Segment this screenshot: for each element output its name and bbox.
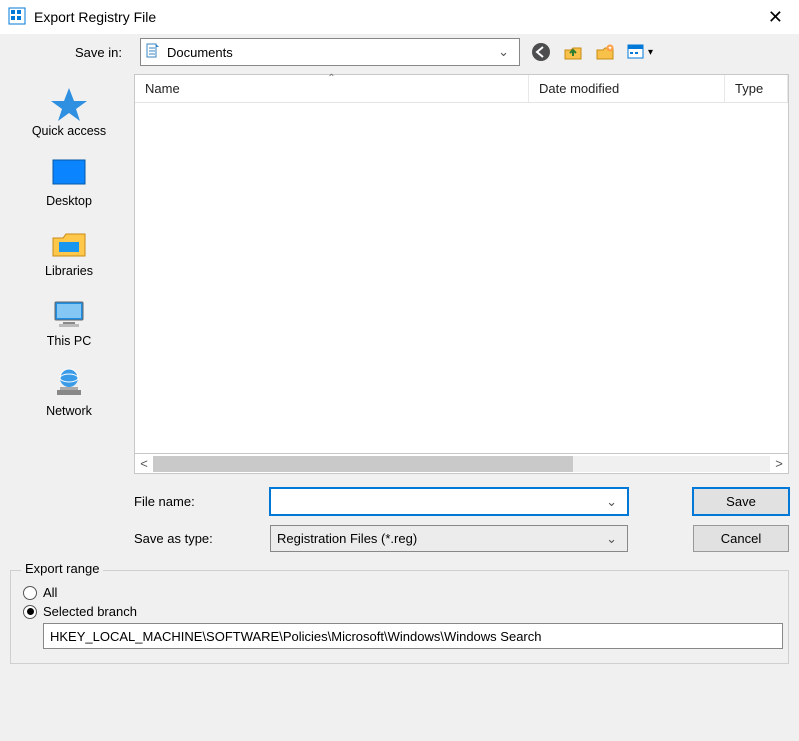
place-libraries[interactable]: Libraries [45, 226, 93, 278]
export-range-group: Export range All Selected branch HKEY_LO… [10, 570, 789, 664]
place-network[interactable]: Network [46, 366, 92, 418]
scrollbar-track[interactable] [153, 456, 770, 472]
column-header-date-modified[interactable]: Date modified [529, 75, 725, 102]
column-headers: ⌃ Name Date modified Type [135, 75, 788, 103]
sort-ascending-icon: ⌃ [327, 73, 335, 84]
back-button[interactable] [530, 41, 552, 63]
scrollbar-thumb[interactable] [153, 456, 573, 472]
new-folder-button[interactable]: ✦ [594, 41, 616, 63]
documents-icon [145, 43, 161, 62]
place-this-pc[interactable]: This PC [47, 296, 91, 348]
window-title: Export Registry File [34, 9, 156, 25]
place-label: This PC [47, 334, 91, 348]
save-as-type-value: Registration Files (*.reg) [277, 531, 602, 546]
dropdown-arrow-icon: ▾ [648, 47, 653, 58]
place-label: Network [46, 404, 92, 418]
radio-all[interactable]: All [23, 585, 776, 600]
svg-text:✦: ✦ [607, 45, 612, 52]
place-label: Quick access [32, 124, 106, 138]
radio-all-label: All [43, 585, 57, 600]
save-as-type-label: Save as type: [134, 531, 256, 546]
save-as-type-dropdown[interactable]: Registration Files (*.reg) ⌄ [270, 525, 628, 552]
title-bar: Export Registry File ✕ [0, 0, 799, 34]
radio-icon [23, 586, 37, 600]
save-in-value: Documents [167, 45, 492, 60]
branch-path-value: HKEY_LOCAL_MACHINE\SOFTWARE\Policies\Mic… [50, 629, 541, 644]
save-in-toolbar: Save in: Documents ⌄ ✦ ▾ [0, 34, 799, 74]
column-header-type[interactable]: Type [725, 75, 788, 102]
view-menu-button[interactable]: ▾ [626, 41, 653, 63]
column-header-name[interactable]: ⌃ Name [135, 75, 529, 102]
regedit-icon [8, 7, 26, 28]
scroll-left-arrow-icon[interactable]: < [135, 456, 153, 471]
save-button[interactable]: Save [693, 488, 789, 515]
file-list[interactable]: ⌃ Name Date modified Type [134, 74, 789, 454]
cancel-button[interactable]: Cancel [693, 525, 789, 552]
save-in-label: Save in: [10, 45, 130, 60]
radio-selected-branch-label: Selected branch [43, 604, 137, 619]
up-one-level-button[interactable] [562, 41, 584, 63]
place-label: Libraries [45, 264, 93, 278]
chevron-down-icon: ⌄ [602, 531, 621, 547]
places-bar: Quick access Desktop Libraries This PC N… [10, 74, 128, 552]
branch-path-input[interactable]: HKEY_LOCAL_MACHINE\SOFTWARE\Policies\Mic… [43, 623, 783, 649]
horizontal-scrollbar[interactable]: < > [134, 454, 789, 474]
main-area: Quick access Desktop Libraries This PC N… [0, 74, 799, 552]
file-name-label: File name: [134, 494, 256, 509]
close-button[interactable]: ✕ [760, 3, 791, 32]
place-desktop[interactable]: Desktop [46, 156, 92, 208]
save-in-dropdown[interactable]: Documents ⌄ [140, 38, 520, 66]
radio-selected-branch[interactable]: Selected branch [23, 604, 776, 619]
file-name-input[interactable]: ⌄ [270, 488, 628, 515]
scroll-right-arrow-icon[interactable]: > [770, 456, 788, 471]
export-range-legend: Export range [21, 561, 103, 576]
radio-checked-icon [23, 605, 37, 619]
place-label: Desktop [46, 194, 92, 208]
place-quick-access[interactable]: Quick access [32, 86, 106, 138]
chevron-down-icon: ⌄ [602, 494, 621, 510]
file-list-body[interactable] [135, 103, 788, 453]
chevron-down-icon: ⌄ [492, 44, 515, 60]
